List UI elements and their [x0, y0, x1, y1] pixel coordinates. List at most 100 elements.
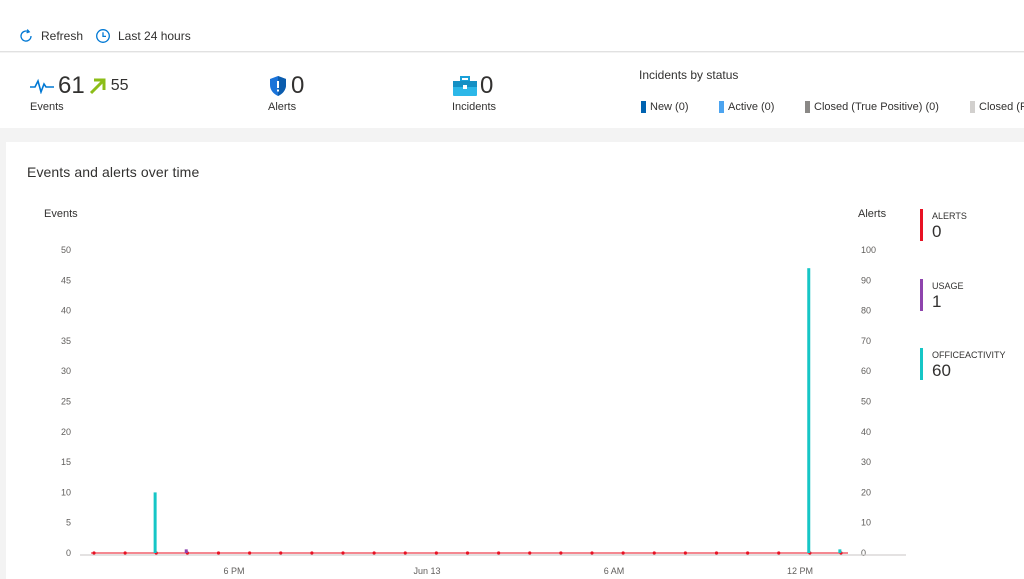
legend-value: 60: [932, 361, 951, 380]
right-tick-label: 60: [861, 366, 871, 376]
status-item-new[interactable]: New (0): [641, 101, 689, 113]
legend-color-bar: [920, 279, 923, 311]
alerts-point: [341, 551, 345, 555]
x-tick-label: 6 PM: [223, 566, 244, 576]
right-tick-label: 100: [861, 245, 876, 255]
left-tick-label: 40: [61, 306, 71, 316]
refresh-label: Refresh: [41, 29, 84, 43]
status-swatch: [641, 101, 646, 113]
summary-bar: 61 55 Events 0 Alerts 0 Incidents Incide…: [0, 53, 1024, 128]
briefcase-icon: [453, 76, 477, 96]
clock-icon: [96, 29, 110, 43]
alerts-point: [559, 551, 563, 555]
right-tick-label: 30: [861, 457, 871, 467]
left-tick-label: 0: [66, 548, 71, 558]
right-tick-label: 80: [861, 306, 871, 316]
legend-color-bar: [920, 209, 923, 241]
events-alerts-chart-card: Events and alerts over time Events Alerts…: [6, 142, 1024, 579]
alerts-point: [683, 551, 687, 555]
left-tick-label: 35: [61, 336, 71, 346]
alerts-point: [279, 551, 283, 555]
refresh-icon: [20, 29, 32, 42]
status-swatch: [970, 101, 975, 113]
legend-name: ALERTS: [932, 211, 967, 221]
alerts-point: [746, 551, 750, 555]
left-tick-label: 5: [66, 518, 71, 528]
legend-value: 1: [932, 292, 942, 311]
pulse-icon: [30, 78, 54, 94]
alerts-point: [528, 551, 532, 555]
x-tick-label: 6 AM: [604, 566, 625, 576]
x-tick-label: 12 PM: [787, 566, 813, 576]
alerts-point: [372, 551, 376, 555]
right-tick-label: 40: [861, 427, 871, 437]
alerts-point: [123, 551, 127, 555]
left-tick-label: 50: [61, 245, 71, 255]
bar-officeactivity: [838, 549, 842, 553]
right-tick-label: 90: [861, 275, 871, 285]
alerts-point: [434, 551, 438, 555]
left-tick-label: 25: [61, 397, 71, 407]
time-range-button[interactable]: Last 24 hours: [95, 26, 191, 46]
right-tick-label: 10: [861, 518, 871, 528]
right-axis-title: Alerts: [858, 208, 887, 220]
alerts-count: 0: [291, 72, 305, 99]
legend-item-usage[interactable]: USAGE 1: [920, 279, 964, 312]
alerts-point: [497, 551, 501, 555]
alerts-point: [310, 551, 314, 555]
alerts-point: [777, 551, 781, 555]
status-label: Closed (F: [979, 101, 1024, 113]
status-label: Active (0): [728, 101, 775, 113]
status-swatch: [805, 101, 810, 113]
time-range-label: Last 24 hours: [118, 29, 191, 43]
status-swatch: [719, 101, 724, 113]
legend-item-officeactivity[interactable]: OFFICEACTIVITY 60: [920, 348, 1006, 381]
status-item-closed-false-positive[interactable]: Closed (F: [970, 101, 1024, 113]
left-axis-title: Events: [44, 208, 78, 220]
bar-usage: [184, 549, 188, 553]
alerts-point: [248, 551, 252, 555]
alerts-point: [216, 551, 221, 555]
toolbar: Refresh Last 24 hours: [0, 0, 1024, 52]
legend-value: 0: [932, 222, 942, 241]
left-tick-label: 30: [61, 366, 71, 376]
left-tick-label: 15: [61, 457, 71, 467]
alerts-point: [652, 551, 656, 555]
events-label: Events: [30, 101, 64, 113]
incidents-metric[interactable]: 0 Incidents: [452, 71, 496, 113]
events-alerts-chart: Events Alerts 0 5 10 15 20 25 30 35 40 45 50 0 10 20 30 4…: [44, 208, 906, 576]
shield-icon: [270, 76, 286, 96]
right-tick-label: 50: [861, 397, 871, 407]
bar-officeactivity: [807, 268, 811, 553]
alerts-metric[interactable]: 0 Alerts: [268, 71, 304, 113]
refresh-button[interactable]: Refresh: [18, 26, 83, 46]
events-count: 61: [58, 72, 85, 99]
left-tick-label: 10: [61, 487, 71, 497]
right-tick-label: 20: [861, 487, 871, 497]
legend-item-alerts[interactable]: ALERTS 0: [920, 209, 967, 242]
legend-color-bar: [920, 348, 923, 380]
alerts-point: [714, 551, 719, 555]
right-tick-label: 70: [861, 336, 871, 346]
alerts-point: [92, 551, 96, 555]
status-label: Closed (True Positive) (0): [814, 101, 939, 113]
alerts-point: [590, 551, 594, 555]
left-tick-label: 20: [61, 427, 71, 437]
events-trend-value: 55: [110, 77, 129, 94]
alerts-point: [621, 551, 625, 555]
status-item-active[interactable]: Active (0): [719, 101, 774, 113]
legend-name: USAGE: [932, 281, 964, 291]
status-label: New (0): [650, 101, 689, 113]
incidents-label: Incidents: [452, 101, 497, 113]
status-item-closed-true-positive[interactable]: Closed (True Positive) (0): [805, 101, 939, 113]
events-metric[interactable]: 61 55 Events: [30, 71, 129, 113]
bar-officeactivity: [153, 492, 157, 553]
alerts-label: Alerts: [268, 101, 297, 113]
alerts-point: [465, 551, 470, 555]
left-tick-label: 45: [61, 275, 71, 285]
incidents-count: 0: [480, 72, 494, 99]
trend-up-icon: [89, 78, 106, 95]
alerts-point: [403, 551, 407, 555]
right-tick-label: 0: [861, 548, 866, 558]
legend-name: OFFICEACTIVITY: [932, 350, 1006, 360]
